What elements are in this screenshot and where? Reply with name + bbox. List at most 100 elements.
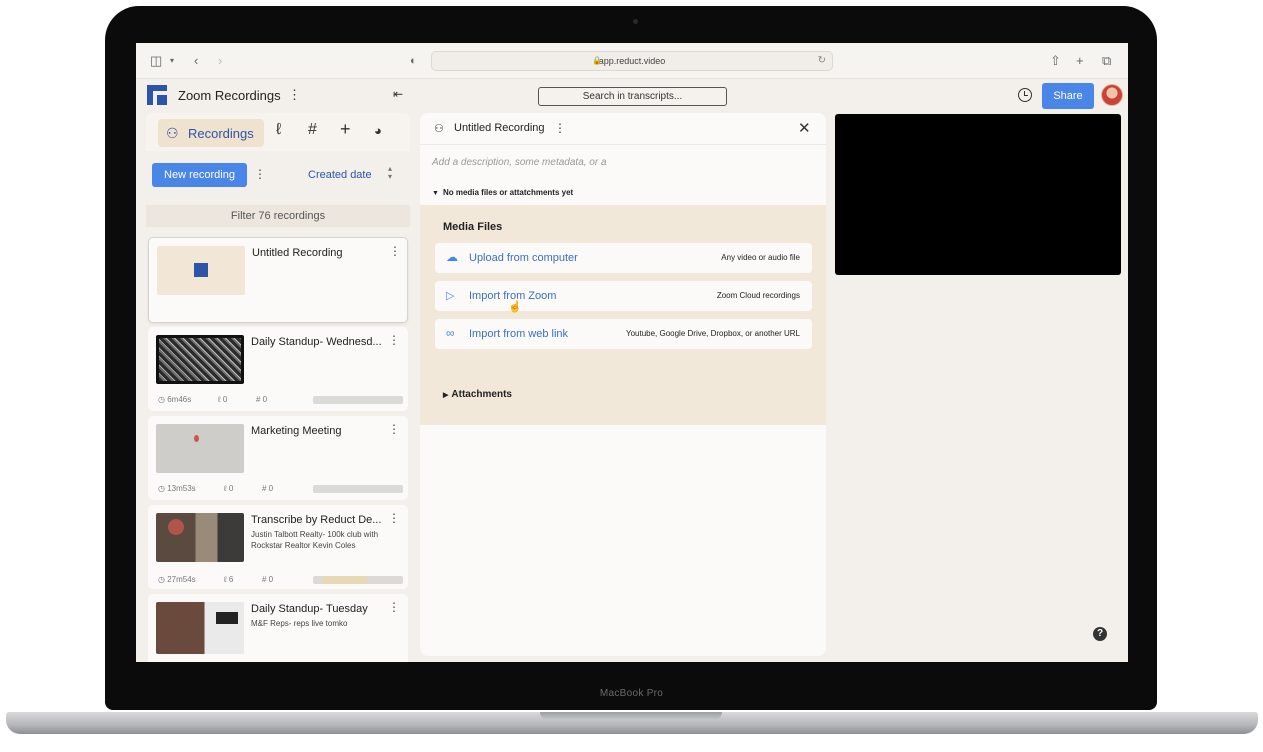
import-from-web-link-button[interactable]: ∞ Import from web link Youtube, Google D… <box>435 319 812 349</box>
recording-thumbnail <box>156 602 244 654</box>
recording-more-icon[interactable]: ⋮ <box>388 511 400 525</box>
transcript-progress-bar <box>313 396 403 404</box>
recording-thumbnail <box>157 246 245 295</box>
recording-card[interactable]: Untitled Recording ⋮ <box>148 237 408 323</box>
lock-icon: 🔒 <box>592 56 602 65</box>
link-icon: ∞ <box>446 326 455 340</box>
sidebar-toggle-icon[interactable]: ◫ <box>150 53 162 69</box>
caret-right-icon: ▶ <box>443 392 449 399</box>
thumbnail-figure <box>216 612 238 624</box>
attachments-label: Attachments <box>451 389 512 400</box>
recording-title: Marketing Meeting <box>251 425 342 437</box>
recording-description: Justin Talbott Realty- 100k club with Ro… <box>251 530 379 550</box>
thumbnail-figure <box>168 519 184 535</box>
help-icon[interactable]: ? <box>1093 627 1107 641</box>
share-icon[interactable]: ⇧ <box>1050 53 1061 69</box>
shield-icon: ◐ <box>410 55 417 67</box>
collapse-sidebar-icon[interactable]: ⇤ <box>393 87 403 101</box>
zoom-camera-icon: ▷ <box>446 290 455 302</box>
sort-dropdown[interactable]: Created date <box>308 169 372 181</box>
import-from-zoom-button[interactable]: ▷ Import from Zoom Zoom Cloud recordings <box>435 281 812 311</box>
option-label: Upload from computer <box>469 252 578 264</box>
option-hint: Zoom Cloud recordings <box>716 291 800 300</box>
recording-more-icon[interactable]: ⋮ <box>388 600 400 614</box>
duration-value: 6m46s <box>167 395 192 404</box>
caret-down-icon: ▼ <box>432 190 439 197</box>
search-transcripts-input[interactable]: Search in transcripts... <box>538 87 727 106</box>
tags-count: # 0 <box>262 575 274 584</box>
laptop-stage: MacBook Pro ◫ ▾ ‹ › ◐ 🔒 app.reduct.video… <box>0 0 1263 752</box>
workspace-more-icon[interactable]: ⋮ <box>288 87 301 103</box>
recording-card[interactable]: Daily Standup- Wednesd... ⋮ ◷ 6m46s ℓ 0 … <box>148 327 408 411</box>
highlights-count: ℓ 6 <box>224 575 234 584</box>
recording-card[interactable]: Daily Standup- Tuesday M&F Reps- reps li… <box>148 594 408 662</box>
avatar[interactable] <box>1101 84 1123 106</box>
duration-label: ◷ 13m53s <box>158 484 196 493</box>
add-icon[interactable]: + <box>340 119 351 140</box>
tags-value: 0 <box>268 484 274 493</box>
upload-cloud-icon: ☁ <box>446 250 458 264</box>
new-tab-icon[interactable]: + <box>1076 53 1084 69</box>
address-bar[interactable]: 🔒 app.reduct.video ↻ <box>431 51 833 71</box>
recording-card[interactable]: Transcribe by Reduct De... Justin Talbot… <box>148 505 408 589</box>
camera-icon <box>633 19 638 24</box>
tags-value: 0 <box>262 395 268 404</box>
url-text: app.reduct.video <box>598 56 666 66</box>
option-label: Import from web link <box>469 328 569 340</box>
duration-value: 27m54s <box>167 575 196 584</box>
share-button[interactable]: Share <box>1042 83 1094 109</box>
detail-more-icon[interactable]: ⋮ <box>554 121 566 135</box>
thumbnail-figure <box>194 435 199 442</box>
recording-thumbnail <box>156 513 244 562</box>
recording-card[interactable]: Marketing Meeting ⋮ ◷ 13m53s ℓ 0 # 0 <box>148 416 408 500</box>
recordings-icon: ⚇ <box>166 125 179 141</box>
close-icon[interactable]: ✕ <box>798 119 811 137</box>
reload-icon[interactable]: ↻ <box>818 52 826 70</box>
new-recording-button[interactable]: New recording <box>152 163 247 187</box>
new-recording-more-icon[interactable]: ⋮ <box>254 167 266 181</box>
recording-title: Transcribe by Reduct De... <box>251 514 381 526</box>
description-input[interactable]: Add a description, some metadata, or a <box>432 157 607 168</box>
option-hint: Any video or audio file <box>721 253 800 262</box>
video-player[interactable] <box>835 114 1121 275</box>
tags-count: # 0 <box>262 484 274 493</box>
recording-thumbnail <box>156 335 244 384</box>
chat-icon[interactable]: ◕ <box>374 123 382 138</box>
attachments-toggle[interactable]: ▶ Attachments <box>443 389 512 400</box>
transcript-progress-bar <box>313 576 403 584</box>
detail-title[interactable]: Untitled Recording <box>454 122 545 134</box>
no-media-toggle[interactable]: ▼ No media files or attatchments yet <box>432 188 573 197</box>
recording-more-icon[interactable]: ⋮ <box>388 422 400 436</box>
highlights-count: ℓ 0 <box>218 395 228 404</box>
media-files-heading: Media Files <box>443 221 503 233</box>
screen: ◫ ▾ ‹ › ◐ 🔒 app.reduct.video ↻ ⇧ + ⧉ Zoo… <box>136 43 1128 662</box>
recording-more-icon[interactable]: ⋮ <box>389 244 401 258</box>
tab-recordings[interactable]: ⚇ Recordings <box>158 119 264 147</box>
tabs-icon[interactable]: ⧉ <box>1102 53 1111 69</box>
duration-value: 13m53s <box>167 484 196 493</box>
laptop-brand: MacBook Pro <box>599 688 664 699</box>
browser-toolbar: ◫ ▾ ‹ › ◐ 🔒 app.reduct.video ↻ ⇧ + ⧉ <box>136 43 1128 79</box>
recordings-sidebar: ⚇ Recordings ℓ # + ◕ New recording ⋮ Cre… <box>146 113 410 662</box>
upload-from-computer-button[interactable]: ☁ Upload from computer Any video or audi… <box>435 243 812 273</box>
reduct-logo-icon <box>194 263 208 277</box>
duration-label: ◷ 27m54s <box>158 575 196 584</box>
sort-direction-icon[interactable]: ▴ ▾ <box>388 165 392 181</box>
recording-title: Daily Standup- Wednesd... <box>251 336 381 348</box>
option-hint: Youtube, Google Drive, Dropbox, or anoth… <box>625 329 800 338</box>
hashtag-icon[interactable]: # <box>308 121 317 139</box>
highlights-value: 0 <box>228 484 234 493</box>
workspace-title[interactable]: Zoom Recordings <box>178 88 281 103</box>
highlights-icon[interactable]: ℓ <box>276 121 281 139</box>
forward-icon[interactable]: › <box>218 53 222 69</box>
history-clock-icon[interactable] <box>1018 88 1032 102</box>
pointer-cursor-icon: ☝ <box>508 301 522 313</box>
back-icon[interactable]: ‹ <box>194 53 198 69</box>
filter-recordings-input[interactable]: Filter 76 recordings <box>146 205 410 227</box>
recording-more-icon[interactable]: ⋮ <box>388 333 400 347</box>
chevron-down-icon[interactable]: ▾ <box>170 53 174 69</box>
no-media-label: No media files or attatchments yet <box>442 188 574 197</box>
recording-description: M&F Reps- reps live tomko <box>251 619 348 628</box>
reduct-logo-icon[interactable] <box>147 85 167 105</box>
recording-title: Daily Standup- Tuesday <box>251 603 368 615</box>
